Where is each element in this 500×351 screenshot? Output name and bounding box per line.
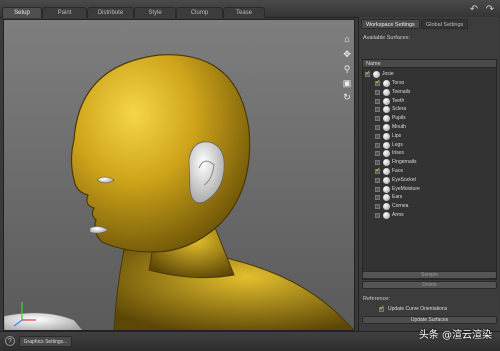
surface-item-mouth[interactable]: Mouth [375,123,489,132]
surface-checkbox[interactable] [375,151,380,157]
surface-label: Pupils [392,115,406,122]
surface-checkbox[interactable] [375,98,380,104]
watermark-logo: 头条 @渲云渲染 [418,330,492,341]
surface-label: Irises [392,150,404,157]
surface-label: Sclera [392,106,407,113]
surface-sphere-icon [383,212,390,219]
surface-item-pupils[interactable]: Pupils [375,114,489,123]
surface-item-teeth[interactable]: Teeth [375,97,489,106]
surface-sphere-icon [383,124,390,131]
surface-checkbox[interactable] [375,195,380,201]
surface-sphere-icon [383,159,390,167]
tab-workspace-settings[interactable]: Workspace Settings [361,19,420,29]
zoom-icon[interactable]: ⚲ [342,64,352,74]
surface-label: Legs [392,141,403,148]
tab-clump[interactable]: Clump [176,7,223,18]
camera-icon[interactable]: ⌂ [342,34,352,44]
checkmark-icon: ✓ [375,79,381,86]
delete-button[interactable]: Delete [362,281,497,289]
pan-icon[interactable]: ✥ [342,49,352,59]
surface-item-arms[interactable]: Arms [375,211,489,220]
surface-label: Ears [392,194,403,201]
surface-sphere-icon [383,141,390,149]
checkmark-icon: ✓ [365,70,371,77]
surface-item-ears[interactable]: Ears [375,193,489,202]
surface-item-face[interactable]: ✓ Face [375,167,489,176]
surface-sphere-icon [383,97,390,105]
surface-sphere-icon [383,150,390,158]
surface-checkbox[interactable] [375,107,380,113]
surface-item-cornea[interactable]: Cornea [375,202,489,211]
update-curve-orientations-row[interactable]: ✓ Update Curve Orientations [379,305,494,314]
surface-sphere-icon [383,115,390,123]
surface-item-fingernails[interactable]: Fingernails [375,158,489,167]
surface-checkbox[interactable] [375,116,380,122]
surface-sphere-icon [383,168,390,175]
surface-sphere-icon [383,194,390,202]
surface-item-sclera[interactable]: Sclera [375,105,489,114]
surface-checkbox[interactable] [375,142,380,148]
reference-label: Reference: [363,296,390,302]
surface-checkbox[interactable] [375,186,380,192]
tab-global-settings[interactable]: Global Settings [421,19,469,29]
surface-item-toenails[interactable]: Toenails [375,88,489,97]
surface-item-legs[interactable]: Legs [375,141,489,150]
checkmark-icon: ✓ [379,305,385,312]
surface-sphere-icon [383,203,390,211]
surface-checkbox[interactable] [375,133,380,139]
surfaces-panel: Workspace Settings Global Settings Avail… [358,17,499,331]
surface-label: EyeSocket [392,176,416,183]
surface-sphere-icon [383,80,390,87]
update-surfaces-button[interactable]: Update Surfaces [362,316,497,324]
surface-item-eyemoisture[interactable]: EyeMoisture [375,185,489,194]
surface-label: Lips [392,132,402,139]
surface-item-lips[interactable]: Lips [375,132,489,141]
checkmark-icon: ✓ [375,167,381,174]
surface-item-eyesocket[interactable]: EyeSocket [375,176,489,185]
surface-sphere-icon [383,88,390,96]
column-header-name[interactable]: Name [362,59,497,68]
surface-label: Cornea [392,203,409,210]
surface-item-torso[interactable]: ✓ Torso [375,79,489,88]
surface-label: Fingernails [392,159,417,166]
surface-label: Mouth [392,124,406,130]
surface-item-irises[interactable]: Irises [375,149,489,158]
tab-style[interactable]: Style [134,7,176,18]
surface-checkbox[interactable] [375,213,380,218]
surface-label: Josie [382,71,394,77]
surface-label: Arms [392,212,404,218]
figure-render [4,54,354,330]
surface-label: Torso [392,80,405,86]
sample-button[interactable]: Sample [362,271,497,279]
surface-label: Toenails [392,88,411,95]
available-surfaces-label: Available Surfaces: [363,35,410,41]
tool-tab-bar: Setup Paint Distribute Style Clump Tease… [0,0,500,18]
surface-checkbox[interactable] [375,125,380,130]
tab-paint[interactable]: Paint [42,7,87,18]
undo-icon[interactable]: ↶ [468,4,480,16]
tab-distribute[interactable]: Distribute [87,7,134,18]
surface-checkbox[interactable] [375,160,380,166]
surface-label: EyeMoisture [392,185,420,192]
frame-icon[interactable]: ▣ [342,78,352,88]
update-curve-label: Update Curve Orientations [388,306,448,312]
surface-checkbox[interactable] [375,89,380,95]
orbit-icon[interactable]: ↻ [342,92,352,102]
surface-root-josie[interactable]: ✓ Josie [365,70,489,79]
3d-viewport[interactable]: ⌂ ✥ ⚲ ▣ ↻ [3,19,355,331]
surface-checkbox[interactable] [375,177,380,183]
help-icon[interactable]: ? [5,336,15,346]
tab-tease[interactable]: Tease [223,7,265,18]
surface-label: Face [392,168,404,174]
surface-sphere-icon [373,71,380,78]
surface-sphere-icon [383,176,390,184]
surface-sphere-icon [383,132,390,140]
surface-label: Teeth [392,97,405,104]
surface-checkbox[interactable] [375,204,380,210]
graphics-settings-button[interactable]: Graphics Settings... [19,336,72,347]
surface-sphere-icon [383,185,390,193]
surface-sphere-icon [383,106,390,114]
redo-icon[interactable]: ↷ [484,4,496,16]
tab-setup[interactable]: Setup [2,7,42,18]
